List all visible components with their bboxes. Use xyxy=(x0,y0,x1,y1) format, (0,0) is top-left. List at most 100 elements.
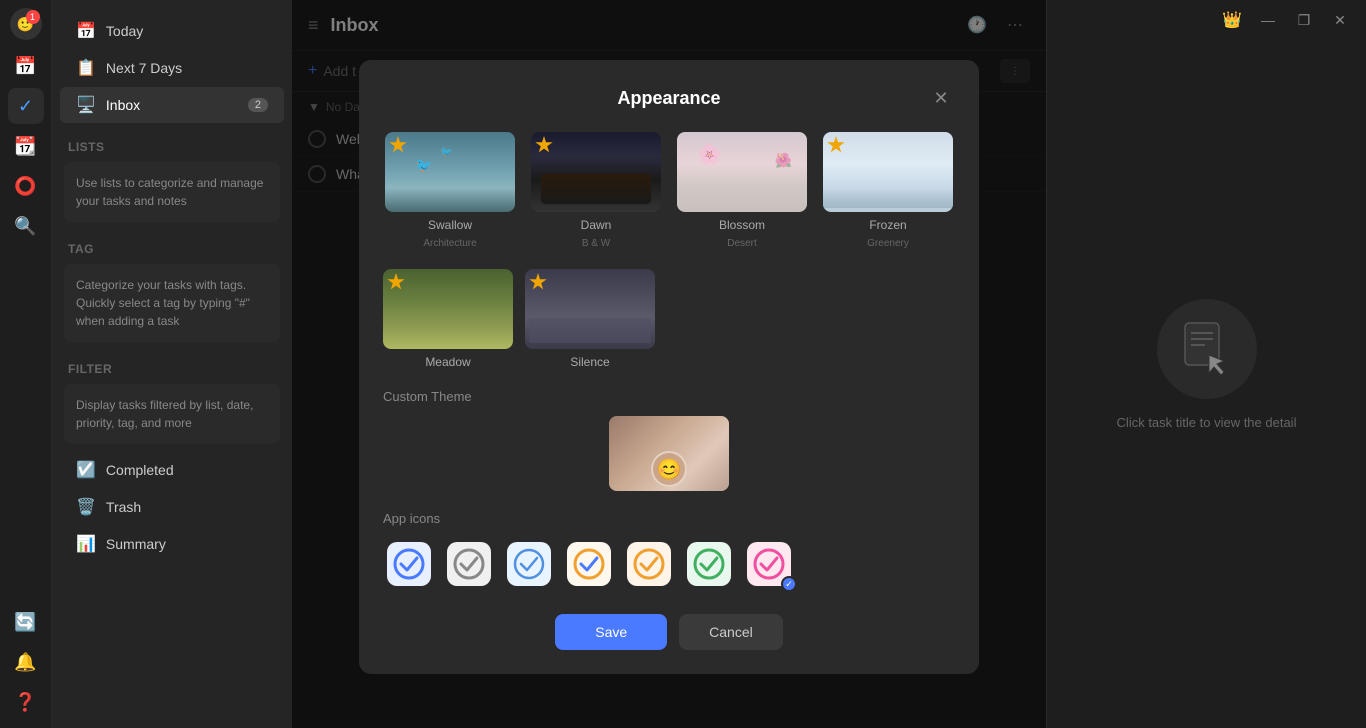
save-button[interactable]: Save xyxy=(555,614,667,650)
icon-bar: 🙂 1 📅 ✓ 📆 ⭕ 🔍 🔄 🔔 ❓ xyxy=(0,0,52,728)
sidebar-item-inbox[interactable]: 🖥️ Inbox 2 xyxy=(60,87,284,123)
sidebar: 📅 Today 📋 Next 7 Days 🖥️ Inbox 2 Lists U… xyxy=(52,0,292,728)
greenery-category: Greenery xyxy=(867,238,909,249)
theme-meadow[interactable]: Meadow xyxy=(383,269,513,369)
theme-blossom[interactable]: 🌸 🌺 Blossom Desert xyxy=(675,132,809,249)
minimize-button[interactable]: — xyxy=(1254,6,1282,34)
summary-icon: 📊 xyxy=(76,534,96,554)
sync-button[interactable]: 🔄 xyxy=(8,604,44,640)
blossom-label: Blossom xyxy=(719,218,765,232)
swallow-thumb: 🐦 🐦 xyxy=(385,132,515,212)
sidebar-inbox-label: Inbox xyxy=(106,97,140,113)
inbox-icon: 🖥️ xyxy=(76,95,96,115)
sidebar-item-completed[interactable]: ☑️ Completed xyxy=(60,452,284,488)
modal-footer: Save Cancel xyxy=(383,614,955,650)
sidebar-calendar-icon[interactable]: 📆 xyxy=(8,128,44,164)
bw-category: B & W xyxy=(582,238,610,249)
tag-section-header: Tag xyxy=(52,226,292,260)
tag-info-card: Categorize your tasks with tags. Quickly… xyxy=(64,264,280,342)
modal-overlay: Appearance ✕ 🐦 🐦 Swallow Architecture xyxy=(292,0,1046,728)
today-icon: 📅 xyxy=(14,56,36,77)
lists-info-text: Use lists to categorize and manage your … xyxy=(76,176,263,208)
sidebar-today-icon[interactable]: 📅 xyxy=(8,48,44,84)
silence-thumb xyxy=(525,269,655,349)
notification-badge: 1 xyxy=(26,10,40,24)
modal-close-button[interactable]: ✕ xyxy=(927,84,955,112)
themes-grid: 🐦 🐦 Swallow Architecture Dawn B & W xyxy=(383,132,955,249)
sidebar-today-label: Today xyxy=(106,23,143,39)
cancel-button[interactable]: Cancel xyxy=(679,614,783,650)
empty-state-icon xyxy=(1157,299,1257,399)
theme-silence[interactable]: Silence xyxy=(525,269,655,369)
sidebar-completed-label: Completed xyxy=(106,462,174,478)
sidebar-next7days-label: Next 7 Days xyxy=(106,60,182,76)
dawn-thumb xyxy=(531,132,661,212)
desert-category: Desert xyxy=(727,238,756,249)
empty-state-text: Click task title to view the detail xyxy=(1117,415,1297,430)
sidebar-summary-label: Summary xyxy=(106,536,166,552)
sidebar-tasks-icon[interactable]: ✓ xyxy=(8,88,44,124)
maximize-button[interactable]: ❐ xyxy=(1290,6,1318,34)
sidebar-item-next7days[interactable]: 📋 Next 7 Days xyxy=(60,50,284,86)
cursor-doc-icon xyxy=(1177,319,1237,379)
sidebar-item-today[interactable]: 📅 Today xyxy=(60,13,284,49)
lists-info-card: Use lists to categorize and manage your … xyxy=(64,162,280,222)
custom-theme-thumb: 😊 xyxy=(609,416,729,491)
search-icon: 🔍 xyxy=(14,216,36,237)
app-icon-green[interactable] xyxy=(683,538,735,590)
architecture-category: Architecture xyxy=(423,238,476,249)
today-nav-icon: 📅 xyxy=(76,21,96,41)
dawn-premium-badge xyxy=(535,136,553,154)
theme-swallow[interactable]: 🐦 🐦 Swallow Architecture xyxy=(383,132,517,249)
completed-icon: ☑️ xyxy=(76,460,96,480)
swallow-label: Swallow xyxy=(428,218,472,232)
app-icon-gray[interactable] xyxy=(443,538,495,590)
dawn-label: Dawn xyxy=(581,218,612,232)
sidebar-item-trash[interactable]: 🗑️ Trash xyxy=(60,489,284,525)
sync-icon: 🔄 xyxy=(14,612,36,633)
silence-label: Silence xyxy=(570,355,609,369)
custom-theme-title: Custom Theme xyxy=(383,389,955,404)
swallow-premium-badge xyxy=(389,136,407,154)
habits-icon: ⭕ xyxy=(14,176,36,197)
check-icon: ✓ xyxy=(18,96,33,117)
theme-frozen[interactable]: Frozen Greenery xyxy=(821,132,955,249)
app-icon-pink[interactable]: ✓ xyxy=(743,538,795,590)
tag-info-text: Categorize your tasks with tags. Quickly… xyxy=(76,278,250,328)
app-icons-row: ✓ xyxy=(383,538,955,590)
trash-icon: 🗑️ xyxy=(76,497,96,517)
app-icon-orange-blue[interactable] xyxy=(563,538,615,590)
modal-header: Appearance ✕ xyxy=(383,84,955,112)
calendar-icon: 📆 xyxy=(14,136,36,157)
custom-theme-section: Custom Theme 😊 xyxy=(383,389,955,491)
frozen-thumb xyxy=(823,132,953,212)
right-panel: Click task title to view the detail xyxy=(1046,0,1366,728)
filter-section-header: Filter xyxy=(52,346,292,380)
crown-icon: 👑 xyxy=(1222,10,1242,30)
inbox-badge: 2 xyxy=(248,98,268,112)
sidebar-habits-icon[interactable]: ⭕ xyxy=(8,168,44,204)
sidebar-item-summary[interactable]: 📊 Summary xyxy=(60,526,284,562)
sidebar-search-icon[interactable]: 🔍 xyxy=(8,208,44,244)
lists-section-header: Lists xyxy=(52,124,292,158)
help-button[interactable]: ❓ xyxy=(8,684,44,720)
silence-premium-badge xyxy=(529,273,547,291)
window-chrome: 👑 — ❐ ✕ xyxy=(1210,0,1366,40)
theme-dawn[interactable]: Dawn B & W xyxy=(529,132,663,249)
appearance-modal: Appearance ✕ 🐦 🐦 Swallow Architecture xyxy=(359,60,979,674)
bell-icon: 🔔 xyxy=(14,652,36,673)
custom-theme-card[interactable]: 😊 xyxy=(383,416,955,491)
avatar-button[interactable]: 🙂 1 xyxy=(10,8,42,40)
app-icon-blue-outline[interactable] xyxy=(503,538,555,590)
blossom-thumb: 🌸 🌺 xyxy=(677,132,807,212)
filter-info-card: Display tasks filtered by list, date, pr… xyxy=(64,384,280,444)
app-icons-title: App icons xyxy=(383,511,955,526)
selected-badge: ✓ xyxy=(781,576,797,592)
close-button[interactable]: ✕ xyxy=(1326,6,1354,34)
modal-title: Appearance xyxy=(411,88,927,109)
bell-button[interactable]: 🔔 xyxy=(8,644,44,680)
frozen-label: Frozen xyxy=(869,218,906,232)
filter-info-text: Display tasks filtered by list, date, pr… xyxy=(76,398,253,430)
app-icon-blue[interactable] xyxy=(383,538,435,590)
app-icon-orange[interactable] xyxy=(623,538,675,590)
